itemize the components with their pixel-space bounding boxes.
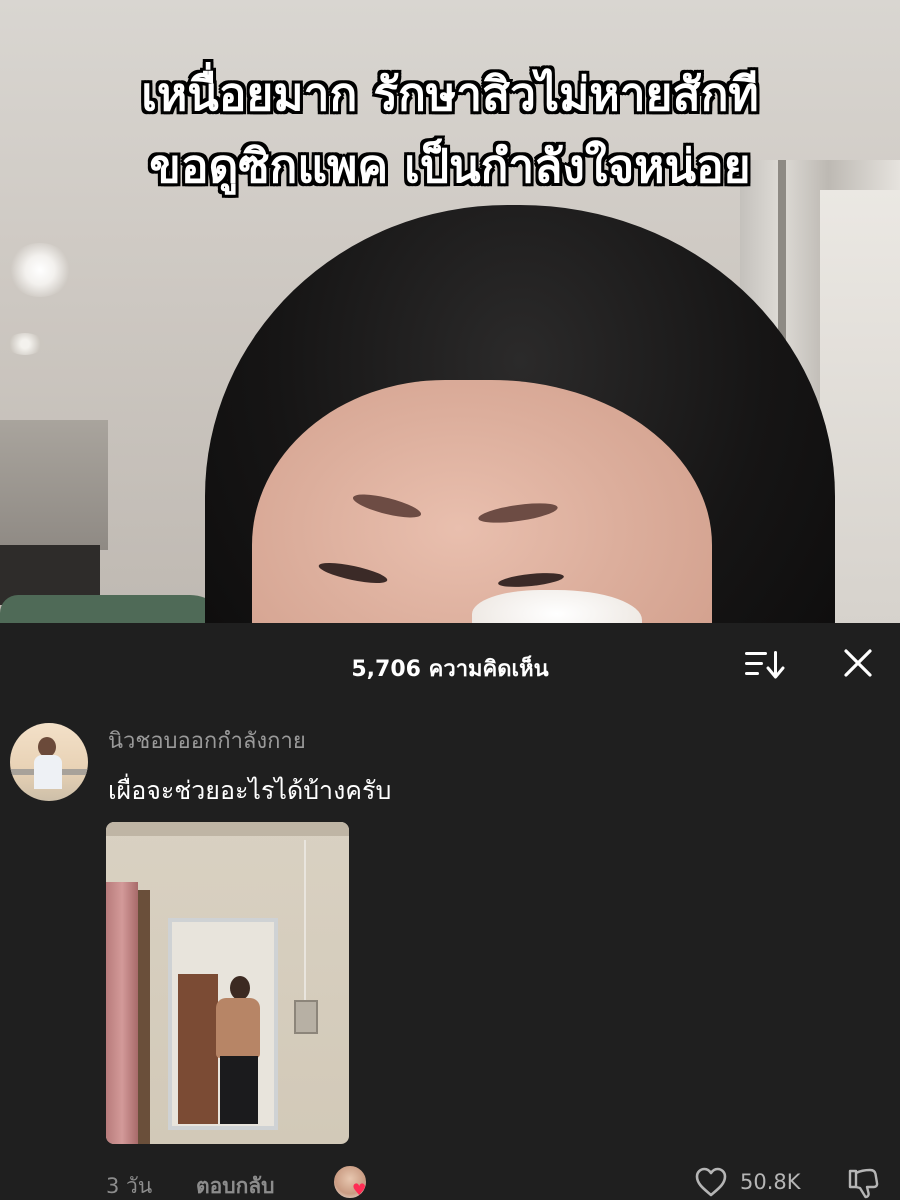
video-player[interactable]: เหนื่อยมาก รักษาสิวไม่หายสักที ขอดูซิกแพ… bbox=[0, 0, 900, 623]
photo-curtain bbox=[106, 882, 138, 1144]
close-icon bbox=[844, 649, 872, 677]
comment-meta: 3 วัน ตอบกลับ ♥ 50.8K bbox=[0, 1164, 900, 1200]
video-caption: เหนื่อยมาก รักษาสิวไม่หายสักที ขอดูซิกแพ… bbox=[0, 58, 900, 202]
close-button[interactable] bbox=[840, 645, 876, 681]
comment-username[interactable]: นิวชอบออกกำลังกาย bbox=[108, 723, 306, 758]
caption-line: ขอดูซิกแพค เป็นกำลังใจหน่อย bbox=[149, 139, 751, 193]
photo-mirror-door bbox=[178, 974, 218, 1124]
like-button[interactable] bbox=[694, 1166, 728, 1198]
background-wall bbox=[0, 420, 108, 550]
heart-icon: ♥ bbox=[352, 1180, 367, 1199]
thumbs-down-icon bbox=[848, 1168, 879, 1199]
photo-ceiling bbox=[106, 822, 349, 836]
smoke-detector bbox=[6, 333, 44, 355]
photo-wall-switch bbox=[294, 1000, 318, 1034]
heart-outline-icon bbox=[695, 1167, 727, 1197]
photo-person-torso bbox=[216, 998, 260, 1058]
reply-button[interactable]: ตอบกลับ bbox=[196, 1170, 275, 1200]
ceiling-light bbox=[8, 243, 72, 297]
comment-photo[interactable] bbox=[106, 822, 349, 1144]
dislike-button[interactable] bbox=[846, 1166, 880, 1200]
comments-sheet: 5,706 ความคิดเห็น นิวชอบออกกำลังกาย เผื่… bbox=[0, 623, 900, 1200]
photo-wire bbox=[304, 840, 306, 1000]
photo-door-jamb bbox=[138, 890, 150, 1144]
avatar-body bbox=[34, 755, 62, 789]
avatar[interactable] bbox=[10, 723, 88, 801]
comment-item: นิวชอบออกกำลังกาย เผื่อจะช่วยอะไรได้บ้าง… bbox=[0, 719, 900, 1200]
comment-text: เผื่อจะช่วยอะไรได้บ้างครับ bbox=[108, 776, 392, 805]
sort-icon bbox=[745, 651, 785, 679]
background-sofa bbox=[0, 595, 230, 623]
photo-person-head bbox=[230, 976, 250, 1000]
comments-header: 5,706 ความคิดเห็น bbox=[0, 623, 900, 703]
caption-line: เหนื่อยมาก รักษาสิวไม่หายสักที bbox=[141, 67, 759, 121]
sort-button[interactable] bbox=[744, 647, 786, 681]
comment-time: 3 วัน bbox=[106, 1174, 153, 1198]
avatar-head bbox=[38, 737, 56, 757]
like-count: 50.8K bbox=[740, 1170, 801, 1194]
photo-person-legs bbox=[220, 1056, 258, 1124]
